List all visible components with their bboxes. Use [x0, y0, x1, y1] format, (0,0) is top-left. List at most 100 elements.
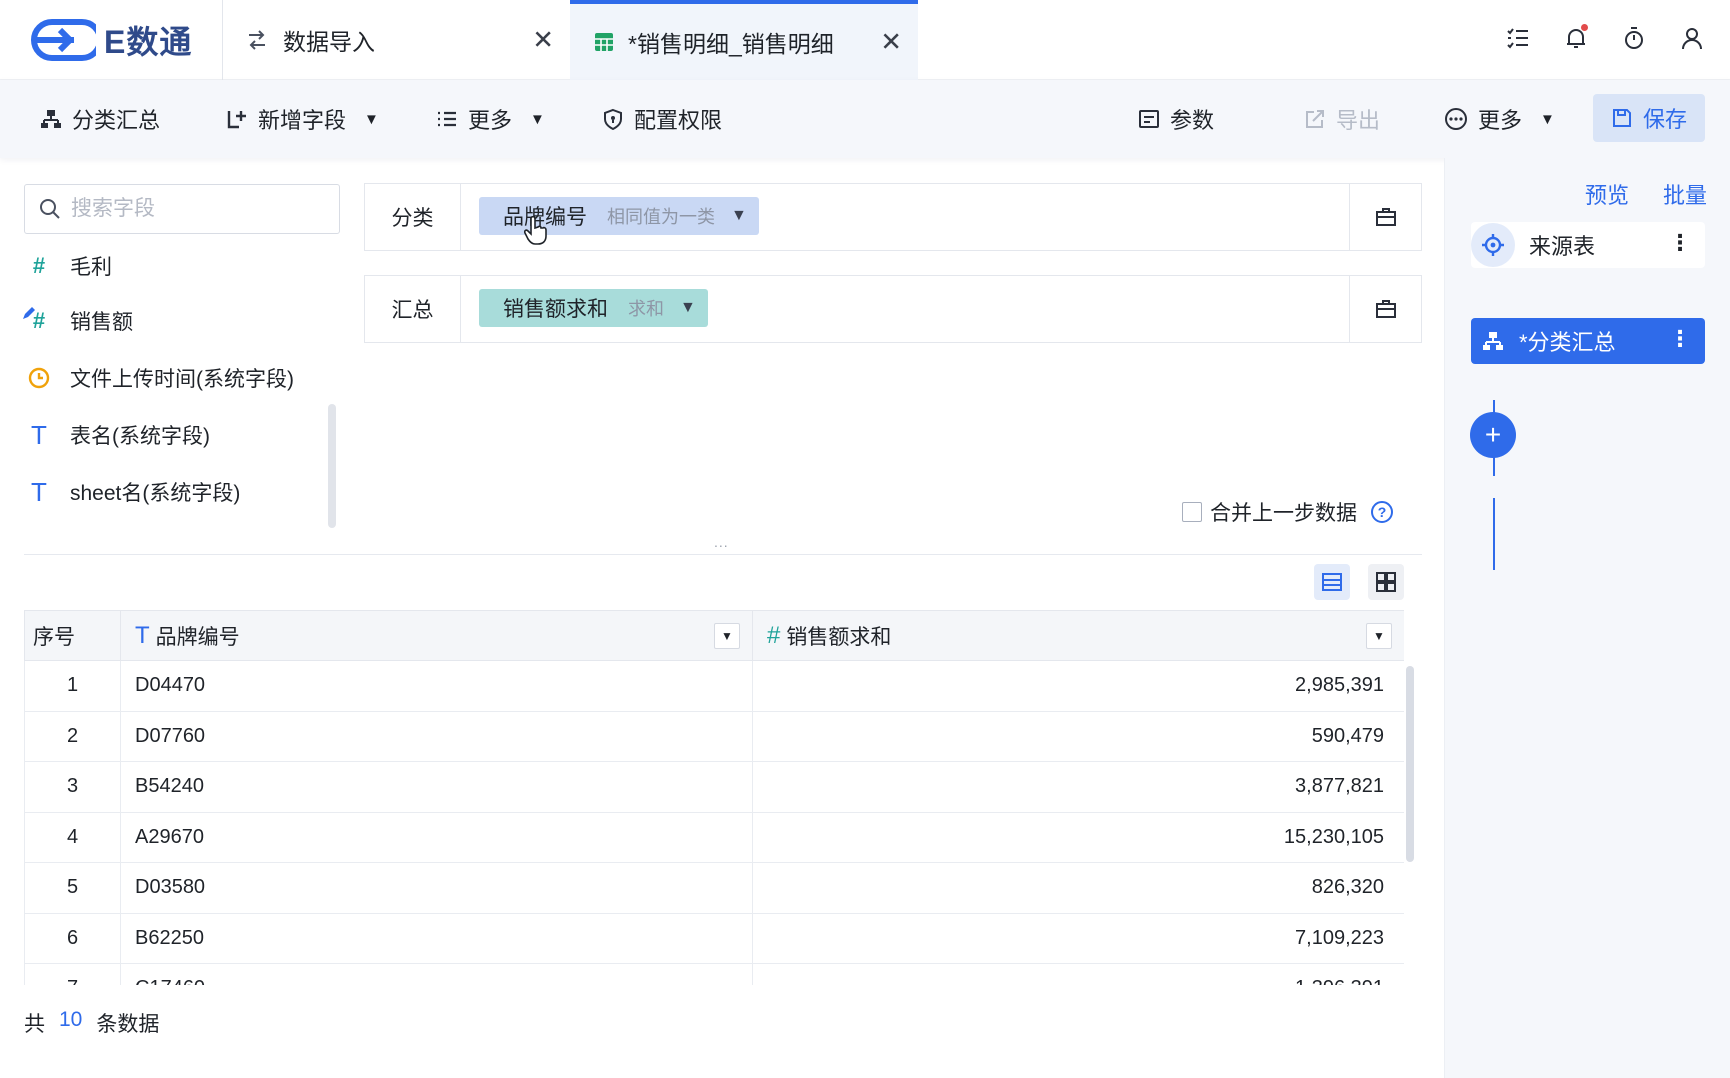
export-button[interactable]: 导出: [1304, 80, 1380, 158]
field-search-input[interactable]: [71, 197, 321, 221]
table-row[interactable]: 5 D03580 826,320: [24, 862, 1404, 914]
permissions-label: 配置权限: [634, 108, 723, 133]
close-icon[interactable]: ✕: [532, 25, 554, 56]
toolbox-icon[interactable]: [1349, 184, 1421, 250]
cell-sales: 590,479: [752, 710, 1404, 762]
batch-link[interactable]: 批量: [1663, 178, 1707, 210]
cell-brand: A29670: [120, 811, 753, 863]
resize-handle[interactable]: ...: [714, 534, 729, 550]
group-by-chip[interactable]: 品牌编号 相同值为一类 ▼: [479, 197, 759, 235]
toolbox-icon[interactable]: [1349, 276, 1421, 342]
text-field-icon: T: [31, 419, 47, 450]
column-menu-icon[interactable]: ▼: [714, 623, 740, 649]
field-item-sales[interactable]: # 销售额: [23, 299, 324, 343]
toolbar: 分类汇总 新增字段 ▼ 更多 ▼ 配置权限 参数 导出 更多 ▼: [0, 80, 1730, 158]
more-vertical-icon[interactable]: ⋮: [1669, 328, 1691, 350]
field-name: 文件上传时间(系统字段): [70, 368, 294, 391]
flow-node-group-summary[interactable]: *分类汇总 ⋮: [1471, 318, 1705, 364]
column-header-index[interactable]: 序号: [24, 610, 121, 661]
field-name: 毛利: [70, 256, 112, 279]
more-vertical-icon[interactable]: ⋮: [1669, 232, 1691, 254]
merge-previous-checkbox[interactable]: [1182, 502, 1202, 522]
panel-divider[interactable]: [24, 554, 1422, 555]
save-label: 保存: [1642, 107, 1687, 132]
table-view-icon[interactable]: [1314, 564, 1350, 600]
close-icon[interactable]: ✕: [880, 27, 902, 58]
summary-label: 汇总: [365, 276, 461, 342]
column-header-sales-sum[interactable]: # 销售额求和 ▼: [752, 610, 1404, 661]
table-header-row: 序号 T 品牌编号 ▼ # 销售额求和 ▼: [24, 610, 1404, 661]
group-summary-icon: [1471, 319, 1515, 363]
chip-mode: 相同值为一类: [607, 207, 715, 227]
timer-icon[interactable]: [1618, 22, 1650, 54]
field-item-table-name[interactable]: T 表名(系统字段): [24, 413, 324, 457]
cell-index: 1: [24, 660, 121, 712]
group-summary-button[interactable]: 分类汇总: [40, 80, 160, 158]
field-list-scrollbar[interactable]: [328, 404, 336, 528]
add-step-button[interactable]: +: [1470, 412, 1516, 458]
field-item-sheet-name[interactable]: T sheet名(系统字段): [24, 470, 324, 514]
top-tab-bar: E数通 数据导入 ✕ *销售明细_销售明细 ✕: [0, 0, 1730, 80]
target-icon: [1471, 223, 1515, 267]
number-type-icon: #: [767, 621, 781, 649]
table-row[interactable]: 1 D04470 2,985,391: [24, 660, 1404, 712]
tab-data-import[interactable]: 数据导入 ✕: [222, 0, 570, 80]
table-row[interactable]: 6 B62250 7,109,223: [24, 912, 1404, 964]
table-row[interactable]: 4 A29670 15,230,105: [24, 811, 1404, 863]
table-row[interactable]: 2 D07760 590,479: [24, 710, 1404, 762]
app-logo[interactable]: E数通: [30, 16, 192, 64]
column-menu-icon[interactable]: ▼: [1366, 623, 1392, 649]
tab-sales-detail[interactable]: *销售明细_销售明细 ✕: [570, 0, 918, 80]
table-footer: 共 10 条数据: [24, 1008, 159, 1038]
save-button[interactable]: 保存: [1593, 94, 1705, 142]
cell-index: 2: [24, 710, 121, 762]
help-icon[interactable]: ?: [1371, 501, 1393, 523]
export-label: 导出: [1336, 108, 1381, 133]
chevron-down-icon[interactable]: ▼: [731, 207, 747, 225]
summary-row: 汇总 销售额求和 求和 ▼: [364, 275, 1422, 343]
group-by-row: 分类 品牌编号 相同值为一类 ▼: [364, 183, 1422, 251]
column-label: 品牌编号: [155, 625, 240, 649]
bell-icon[interactable]: [1560, 22, 1592, 54]
field-search-box[interactable]: [24, 184, 340, 234]
cell-sales: 2,985,391: [752, 660, 1404, 712]
table-row[interactable]: 3 B54240 3,877,821: [24, 761, 1404, 813]
more-right-label: 更多: [1478, 108, 1523, 133]
footer-prefix: 共: [24, 1013, 45, 1036]
field-item-upload-time[interactable]: 文件上传时间(系统字段): [24, 356, 324, 400]
app-name: E数通: [104, 24, 193, 60]
table-scrollbar[interactable]: [1406, 666, 1414, 862]
grid-view-icon[interactable]: [1368, 564, 1404, 600]
text-field-icon: T: [31, 476, 47, 507]
node-label: *分类汇总: [1519, 330, 1616, 355]
params-button[interactable]: 参数: [1138, 80, 1214, 158]
table-row[interactable]: 7C174601,396,391: [24, 963, 1404, 985]
permissions-button[interactable]: 配置权限: [602, 80, 722, 158]
task-list-icon[interactable]: [1502, 22, 1534, 54]
more-right-button[interactable]: 更多 ▼: [1444, 80, 1555, 158]
summary-chip[interactable]: 销售额求和 求和 ▼: [479, 289, 708, 327]
field-item-gross-profit[interactable]: # 毛利: [24, 244, 324, 288]
cell-sales: 1,396,391: [752, 963, 1404, 985]
column-header-brand[interactable]: T 品牌编号 ▼: [120, 610, 753, 661]
column-label: 序号: [33, 625, 75, 649]
export-icon: [1306, 110, 1324, 128]
cell-brand: D04470: [120, 660, 753, 712]
cell-sales: 826,320: [752, 862, 1404, 914]
chevron-down-icon[interactable]: ▼: [680, 299, 696, 317]
field-name: 表名(系统字段): [70, 425, 210, 448]
cell-sales: 7,109,223: [752, 912, 1404, 964]
chevron-down-icon: ▼: [530, 110, 545, 128]
tab-label: *销售明细_销售明细: [628, 31, 834, 57]
cell-index: 3: [24, 761, 121, 813]
cell-brand: B62250: [120, 912, 753, 964]
edited-number-field-icon: #: [23, 307, 54, 334]
add-field-button[interactable]: 新增字段 ▼: [226, 80, 379, 158]
more-left-button[interactable]: 更多 ▼: [436, 80, 545, 158]
user-icon[interactable]: [1676, 22, 1708, 54]
cell-sales: 3,877,821: [752, 761, 1404, 813]
preview-link[interactable]: 预览: [1585, 178, 1629, 210]
flow-node-source[interactable]: 来源表 ⋮: [1471, 222, 1705, 268]
data-import-icon: [245, 28, 269, 52]
save-icon: [1612, 109, 1631, 127]
